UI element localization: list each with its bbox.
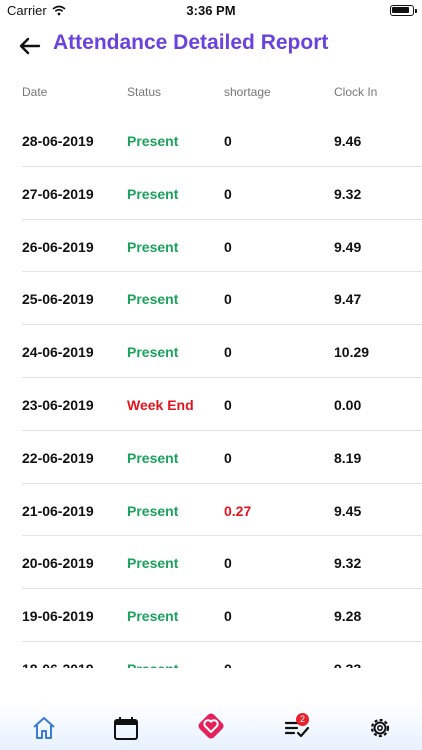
page-header: Attendance Detailed Report [0,28,422,64]
row-status: Present [127,661,178,668]
row-date: 23-06-2019 [22,396,94,413]
row-shortage: 0 [224,291,232,308]
row-date: 21-06-2019 [22,502,94,519]
table-row[interactable]: 27-06-2019 Present 0 9.32 [22,167,422,220]
row-status: Present [127,502,179,519]
table-row[interactable]: 21-06-2019 Present 0.27 9.45 [22,484,422,537]
heart-icon[interactable] [194,709,228,743]
row-date: 18-06-2019 [22,661,94,668]
row-status: Present [127,291,179,308]
row-shortage: 0 [224,555,232,572]
row-clock-in: 9.49 [334,238,362,255]
calendar-icon[interactable] [112,714,140,742]
row-shortage: 0.27 [224,502,252,519]
row-date: 28-06-2019 [22,133,94,149]
row-shortage: 0 [224,449,232,466]
column-header-status: Status [127,85,162,99]
table-row[interactable]: 25-06-2019 Present 0 9.47 [22,272,422,326]
table-row[interactable]: 24-06-2019 Present 0 10.29 [22,325,422,378]
table-row[interactable]: 19-06-2019 Present 0 9.28 [22,589,422,642]
row-date: 24-06-2019 [22,344,94,361]
table-row[interactable]: 23-06-2019 Week End 0 0.00 [22,378,422,431]
table-row[interactable]: 26-06-2019 Present 0 9.49 [22,220,422,273]
back-arrow-icon[interactable] [18,34,42,58]
column-header-shortage: shortage [224,85,271,99]
row-shortage: 0 [224,185,232,202]
attendance-list[interactable]: 28-06-2019 Present 0 9.46 27-06-2019 Present 0… [0,114,422,668]
row-status: Present [127,133,179,149]
page-title: Attendance Detailed Report [53,31,329,54]
tab-bar [0,702,422,750]
row-status: Present [127,608,179,625]
home-icon[interactable] [30,714,58,742]
row-shortage: 0 [224,238,232,255]
notification-badge: 2 [296,713,309,726]
gear-icon[interactable] [366,714,394,742]
row-status: Present [127,344,179,361]
row-shortage: 0 [224,661,232,668]
row-clock-in: 9.32 [334,185,362,202]
row-shortage: 0 [224,608,232,625]
row-shortage: 0 [224,344,232,361]
row-status: Week End [127,396,194,413]
row-status: Present [127,449,179,466]
status-bar: Carrier 3:36 PM [0,0,422,22]
row-status: Present [127,185,179,202]
row-clock-in: 9.32 [334,555,362,572]
battery-icon [390,5,417,16]
row-clock-in: 9.46 [334,133,362,149]
table-row[interactable]: 18-06-2019 Present 0 9.33 [22,642,422,668]
row-shortage: 0 [224,133,232,149]
row-shortage: 0 [224,396,232,413]
column-header-date: Date [22,85,48,99]
row-status: Present [127,555,179,572]
table-row[interactable]: 22-06-2019 Present 0 8.19 [22,431,422,484]
row-date: 27-06-2019 [22,185,94,202]
column-header-clock-in: Clock In [334,85,378,99]
row-status: Present [127,238,179,255]
row-clock-in: 9.47 [334,291,362,308]
status-time: 3:36 PM [186,3,236,18]
row-date: 25-06-2019 [22,291,94,308]
row-date: 22-06-2019 [22,449,94,466]
row-clock-in: 10.29 [334,344,370,361]
row-clock-in: 0.00 [334,396,362,413]
row-clock-in: 9.33 [334,661,361,668]
row-date: 20-06-2019 [22,555,94,572]
row-date: 26-06-2019 [22,238,94,255]
table-row[interactable]: 28-06-2019 Present 0 9.46 [22,114,422,167]
row-date: 19-06-2019 [22,608,94,625]
table-row[interactable]: 20-06-2019 Present 0 9.32 [22,536,422,590]
row-clock-in: 9.28 [334,608,362,625]
row-clock-in: 8.19 [334,449,362,466]
row-clock-in: 9.45 [334,502,362,519]
